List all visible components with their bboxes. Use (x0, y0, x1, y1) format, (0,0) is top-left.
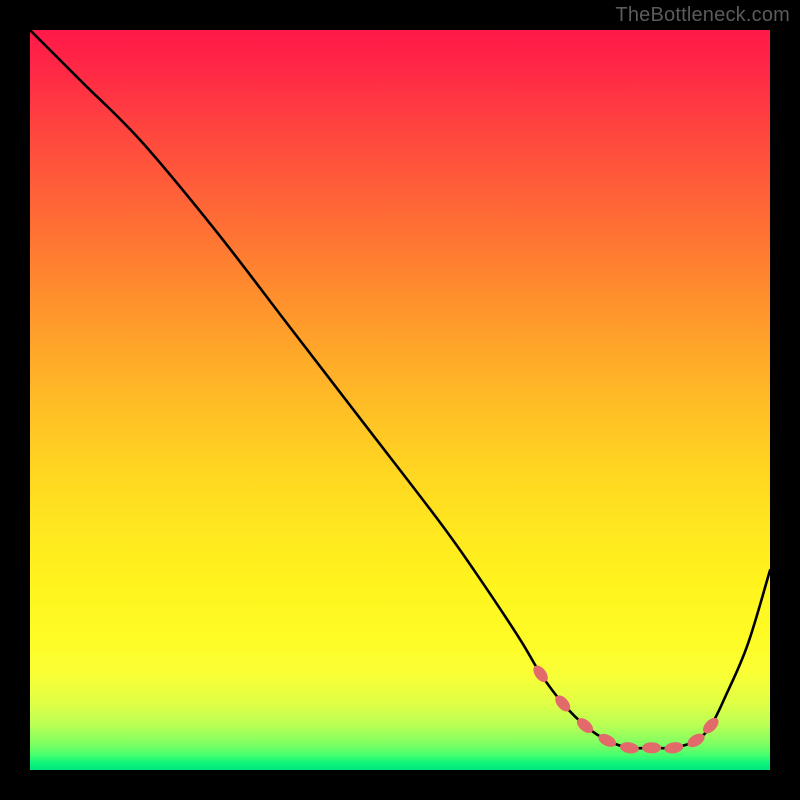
optimal-dot (664, 741, 685, 755)
optimal-dot (619, 741, 640, 755)
optimal-dot (642, 742, 661, 753)
watermark-text: TheBottleneck.com (615, 4, 790, 27)
chart-frame: TheBottleneck.com (0, 0, 800, 800)
optimal-dot (596, 731, 618, 749)
optimal-dot (700, 715, 721, 736)
chart-overlay-svg (30, 30, 770, 770)
optimal-range-dots (531, 663, 722, 755)
optimal-dot (531, 663, 551, 685)
bottleneck-curve (30, 30, 770, 748)
